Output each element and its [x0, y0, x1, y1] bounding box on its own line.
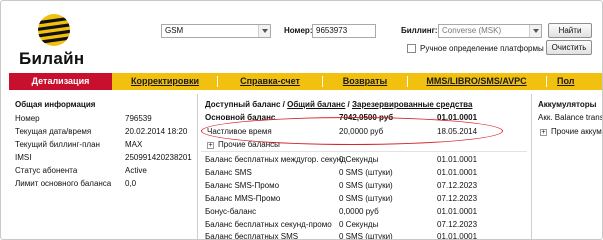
- balance-row-label: Баланс бесплатных междугор. секунд: [205, 155, 346, 164]
- general-row-value: Active: [125, 166, 147, 175]
- billing-select-value: Converse (MSK): [442, 26, 502, 35]
- balance-row-amount: 0 Секунды: [339, 220, 379, 229]
- balance-row-amount: 0 SMS (штуки): [339, 194, 393, 203]
- find-button[interactable]: Найти: [548, 23, 592, 38]
- reserved-funds-link[interactable]: Зарезервированные средства: [352, 100, 472, 109]
- chevron-down-icon: [529, 25, 541, 37]
- general-row-value: MAX: [125, 140, 143, 149]
- manual-platform-checkbox[interactable]: [407, 44, 416, 53]
- balance-row-date: 07.12.2023: [437, 220, 478, 229]
- general-row-value: 796539: [125, 114, 152, 123]
- general-row-value: 250991420238201: [125, 153, 192, 162]
- balance-row-date: 01.01.0001: [437, 168, 478, 177]
- balance-row-amount: 0 SMS (штуки): [339, 168, 393, 177]
- balance-row-date: 07.12.2023: [437, 181, 478, 190]
- general-row-label: Текущая дата/время: [15, 127, 92, 136]
- tab-details[interactable]: Детализация: [9, 73, 112, 90]
- balance-row-amount: 0 SMS (штуки): [339, 232, 393, 240]
- available-balance-title: Доступный баланс /: [205, 100, 285, 109]
- app-window: Билайн GSM Номер: 9653973 Биллинг: Conve…: [0, 0, 603, 240]
- number-label: Номер:: [284, 26, 313, 35]
- other-balances-label: Прочие балансы: [218, 140, 280, 149]
- tab-more[interactable]: Пол: [557, 73, 597, 90]
- balance-row-label: Баланс MMS-Промо: [205, 194, 281, 203]
- general-row-label: Статус абонента: [15, 166, 78, 175]
- balance-row-date: 01.01.0001: [437, 155, 478, 164]
- balances-header: Доступный баланс / Общий баланс / Зарезе…: [205, 100, 472, 109]
- region-select-value: GSM: [165, 26, 184, 35]
- other-balances-toggle[interactable]: + Прочие балансы: [207, 140, 280, 149]
- balance-row-date: 01.01.0001: [437, 232, 478, 240]
- column-divider: [197, 94, 198, 239]
- balance-row-label: Бонус-баланс: [205, 207, 257, 216]
- billing-select[interactable]: Converse (MSK): [438, 24, 542, 38]
- general-row-value: 20.02.2014 18:20: [125, 127, 188, 136]
- clear-button[interactable]: Очистить: [546, 40, 592, 55]
- manual-platform-label: Ручное определение платформы: [420, 44, 544, 53]
- balance-row-label: Баланс бесплатных SMS: [205, 232, 299, 240]
- beeline-logo-icon: [38, 14, 70, 46]
- balances-separator: /: [347, 100, 350, 109]
- region-select[interactable]: GSM: [161, 24, 271, 38]
- tab-separator: [546, 76, 547, 87]
- general-balance-link[interactable]: Общий баланс: [287, 100, 345, 109]
- row-divider: [201, 151, 527, 152]
- general-info-title: Общая информация: [15, 100, 96, 109]
- general-row-label: Текущий биллинг-план: [15, 140, 100, 149]
- brand-logo: Билайн: [15, 11, 105, 73]
- balance-row-amount: 0 Секунды: [339, 155, 379, 164]
- tab-refunds[interactable]: Возвраты: [323, 73, 407, 90]
- number-input[interactable]: 9653973: [312, 24, 376, 38]
- tab-mms-sms[interactable]: MMS/LIBRO/SMS/AVPC: [408, 73, 545, 90]
- accumulator-row: Акк. Balance trans: [538, 113, 603, 122]
- expand-plus-icon: +: [207, 142, 214, 149]
- tab-bar: Детализация Корректировки Справка-счет В…: [9, 73, 602, 90]
- expand-plus-icon: +: [540, 129, 547, 136]
- accumulators-title: Аккумуляторы: [538, 100, 597, 109]
- balance-row-label: Баланс SMS-Промо: [205, 181, 280, 190]
- other-accumulators-toggle[interactable]: + Прочие аккум: [540, 127, 602, 136]
- balance-row-date: 01.01.0001: [437, 207, 478, 216]
- general-row-label: Номер: [15, 114, 40, 123]
- general-row-label: IMSI: [15, 153, 32, 162]
- billing-label: Биллинг:: [401, 26, 438, 35]
- general-row-value: 0,0: [125, 179, 137, 188]
- other-accumulators-label: Прочие аккум: [551, 127, 602, 136]
- general-row-label: Лимит основного баланса: [15, 179, 112, 188]
- balance-row-date: 07.12.2023: [437, 194, 478, 203]
- balance-row-amount: 0 SMS (штуки): [339, 181, 393, 190]
- brand-name: Билайн: [19, 49, 85, 68]
- balance-row-label: Баланс бесплатных секунд-промо: [205, 220, 332, 229]
- tab-corrections[interactable]: Корректировки: [113, 73, 217, 90]
- balance-row-label: Баланс SMS: [205, 168, 252, 177]
- chevron-down-icon: [258, 25, 270, 37]
- column-divider: [531, 94, 532, 239]
- tab-invoice[interactable]: Справка-счет: [218, 73, 322, 90]
- balance-row-amount: 0,0000 руб: [339, 207, 379, 216]
